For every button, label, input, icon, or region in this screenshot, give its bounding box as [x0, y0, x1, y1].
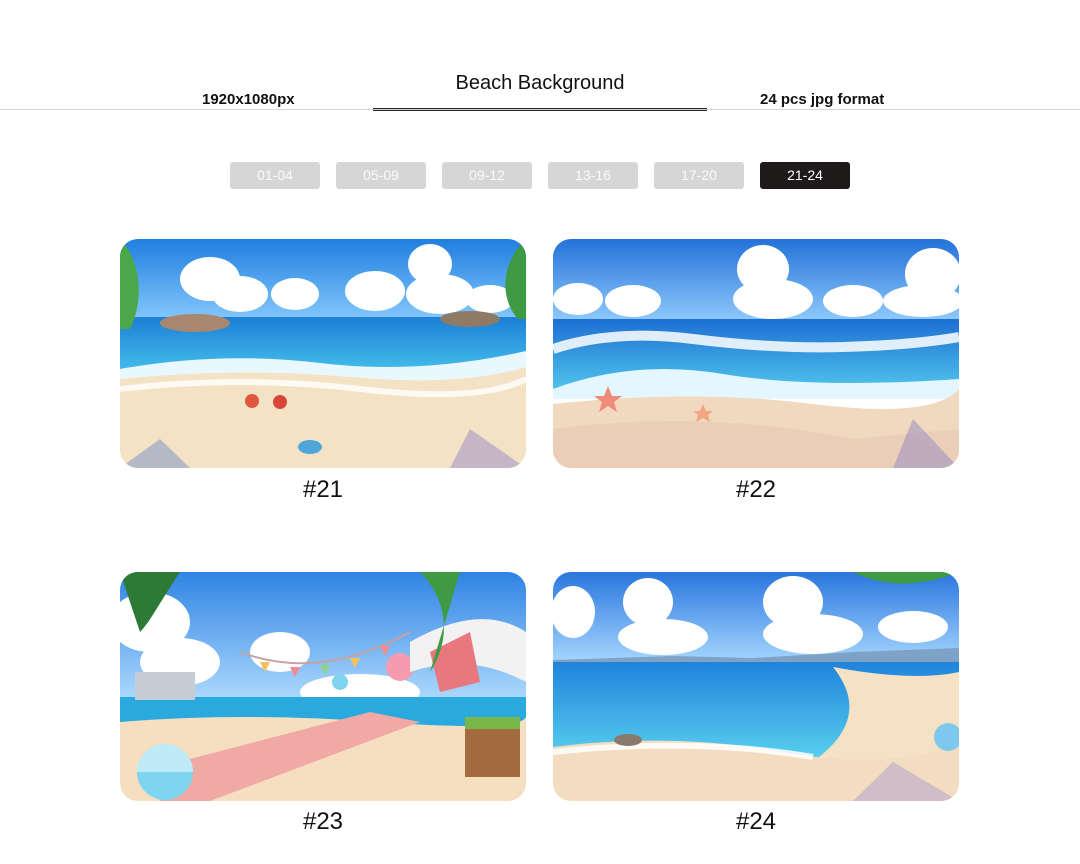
gallery-image-22[interactable]	[553, 239, 959, 468]
image-caption-21: #21	[302, 476, 344, 503]
gallery-image-21[interactable]	[120, 239, 526, 468]
format-tab[interactable]: 24 pcs jpg format	[760, 91, 884, 108]
beach-illustration-23	[120, 572, 526, 801]
page-title-tab[interactable]: Beach Background	[374, 72, 706, 95]
range-button-09-12[interactable]: 09-12	[442, 162, 532, 189]
range-button-21-24[interactable]: 21-24	[760, 162, 850, 189]
gallery-image-24[interactable]	[553, 572, 959, 801]
range-button-17-20[interactable]: 17-20	[654, 162, 744, 189]
beach-illustration-24	[553, 572, 959, 801]
image-caption-24: #24	[735, 808, 777, 835]
header: 1920x1080px Beach Background 24 pcs jpg …	[0, 0, 1080, 112]
resolution-tab[interactable]: 1920x1080px	[202, 91, 295, 108]
beach-illustration-22	[553, 239, 959, 468]
range-button-05-09[interactable]: 05-09	[336, 162, 426, 189]
range-button-01-04[interactable]: 01-04	[230, 162, 320, 189]
range-button-13-16[interactable]: 13-16	[548, 162, 638, 189]
image-caption-22: #22	[735, 476, 777, 503]
image-caption-23: #23	[302, 808, 344, 835]
header-divider	[0, 109, 1080, 110]
page: 1920x1080px Beach Background 24 pcs jpg …	[0, 0, 1080, 864]
beach-illustration-21	[120, 239, 526, 468]
gallery-image-23[interactable]	[120, 572, 526, 801]
